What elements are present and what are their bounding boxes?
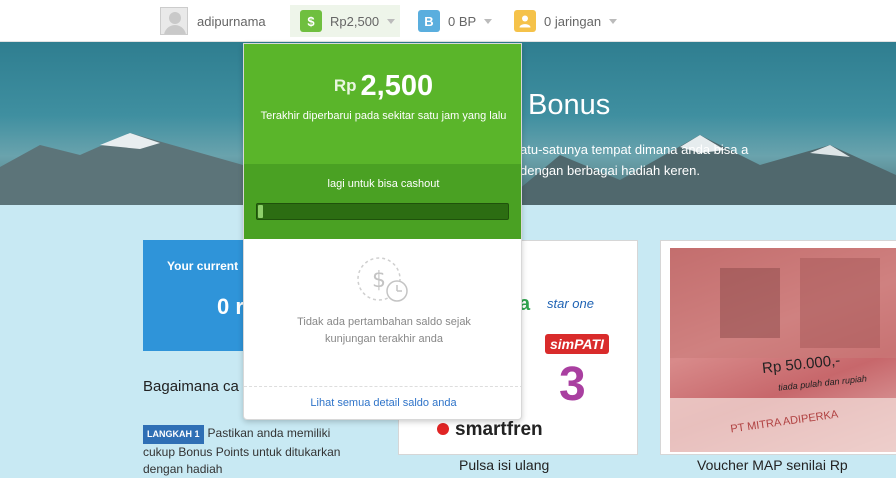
current-points-card: Your current 0 r [143,240,253,351]
dollar-clock-icon: $ [355,256,411,313]
bonus-points-label: 0 BP [448,13,477,29]
network-person-icon [514,10,536,32]
hero-text: atu-satunya tempat dimana anda bisa a de… [520,142,749,178]
cashout-progress-bar [256,203,509,220]
current-points-value: 0 r [217,294,244,319]
step-badge: LANGKAH 1 [143,425,204,444]
balance-menu[interactable]: $ Rp2,500 [290,5,400,37]
cashout-progress-fill [258,205,263,218]
dollar-icon: $ [300,10,322,32]
avatar [160,7,188,35]
chevron-down-icon [484,18,493,24]
chevron-down-icon [609,18,618,24]
step-description: LANGKAH 1 Pastikan anda memiliki cukup Bo… [143,425,343,478]
current-points-label: Your current [167,259,239,273]
no-change-text: Tidak ada pertambahan saldo sejak kunjun… [297,316,471,345]
cashout-text: lagi untuk bisa cashout [327,178,440,190]
top-navigation-bar: adipurnama $ Rp2,500 B 0 BP 0 jaringan [0,0,896,42]
hero-title: Bonus [528,89,611,121]
balance-amount: Rp 2,500 [244,70,521,103]
svg-text:$: $ [372,268,386,293]
smartfren-icon [437,423,449,435]
reward-title-voucher[interactable]: Voucher MAP senilai Rp [697,457,848,473]
reward-title-pulsa[interactable]: Pulsa isi ulang [459,457,549,473]
simpati-logo: simPATI [545,334,609,354]
chevron-down-icon [387,18,396,24]
last-updated-text: Terakhir diperbarui pada sekitar satu ja… [260,110,507,122]
user-menu[interactable]: adipurnama [160,5,266,37]
smartfren-logo: smartfren [455,419,543,440]
how-to-heading: Bagaimana ca penukarannya [143,378,253,395]
balance-summary [244,44,521,164]
amount-value: 2,500 [360,70,434,102]
voucher-image: Rp 50.000,- tiada pulah dan rupiah PT MI… [670,248,896,452]
currency-label: Rp [333,76,357,95]
balance-dropdown-panel: Rp 2,500 Terakhir diperbarui pada sekitar… [243,43,522,420]
network-menu[interactable]: 0 jaringan [514,5,618,37]
see-all-balance-link[interactable]: Lihat semua detail saldo anda [244,397,521,409]
balance-label: Rp2,500 [330,13,380,29]
starone-logo: star one [547,296,594,311]
divider [244,386,521,387]
bonus-points-menu[interactable]: B 0 BP [418,5,493,37]
cashout-section [244,164,521,239]
three-logo: 3 [559,358,586,411]
username: adipurnama [197,13,266,29]
network-label: 0 jaringan [544,13,602,29]
bonus-points-icon: B [418,10,440,32]
